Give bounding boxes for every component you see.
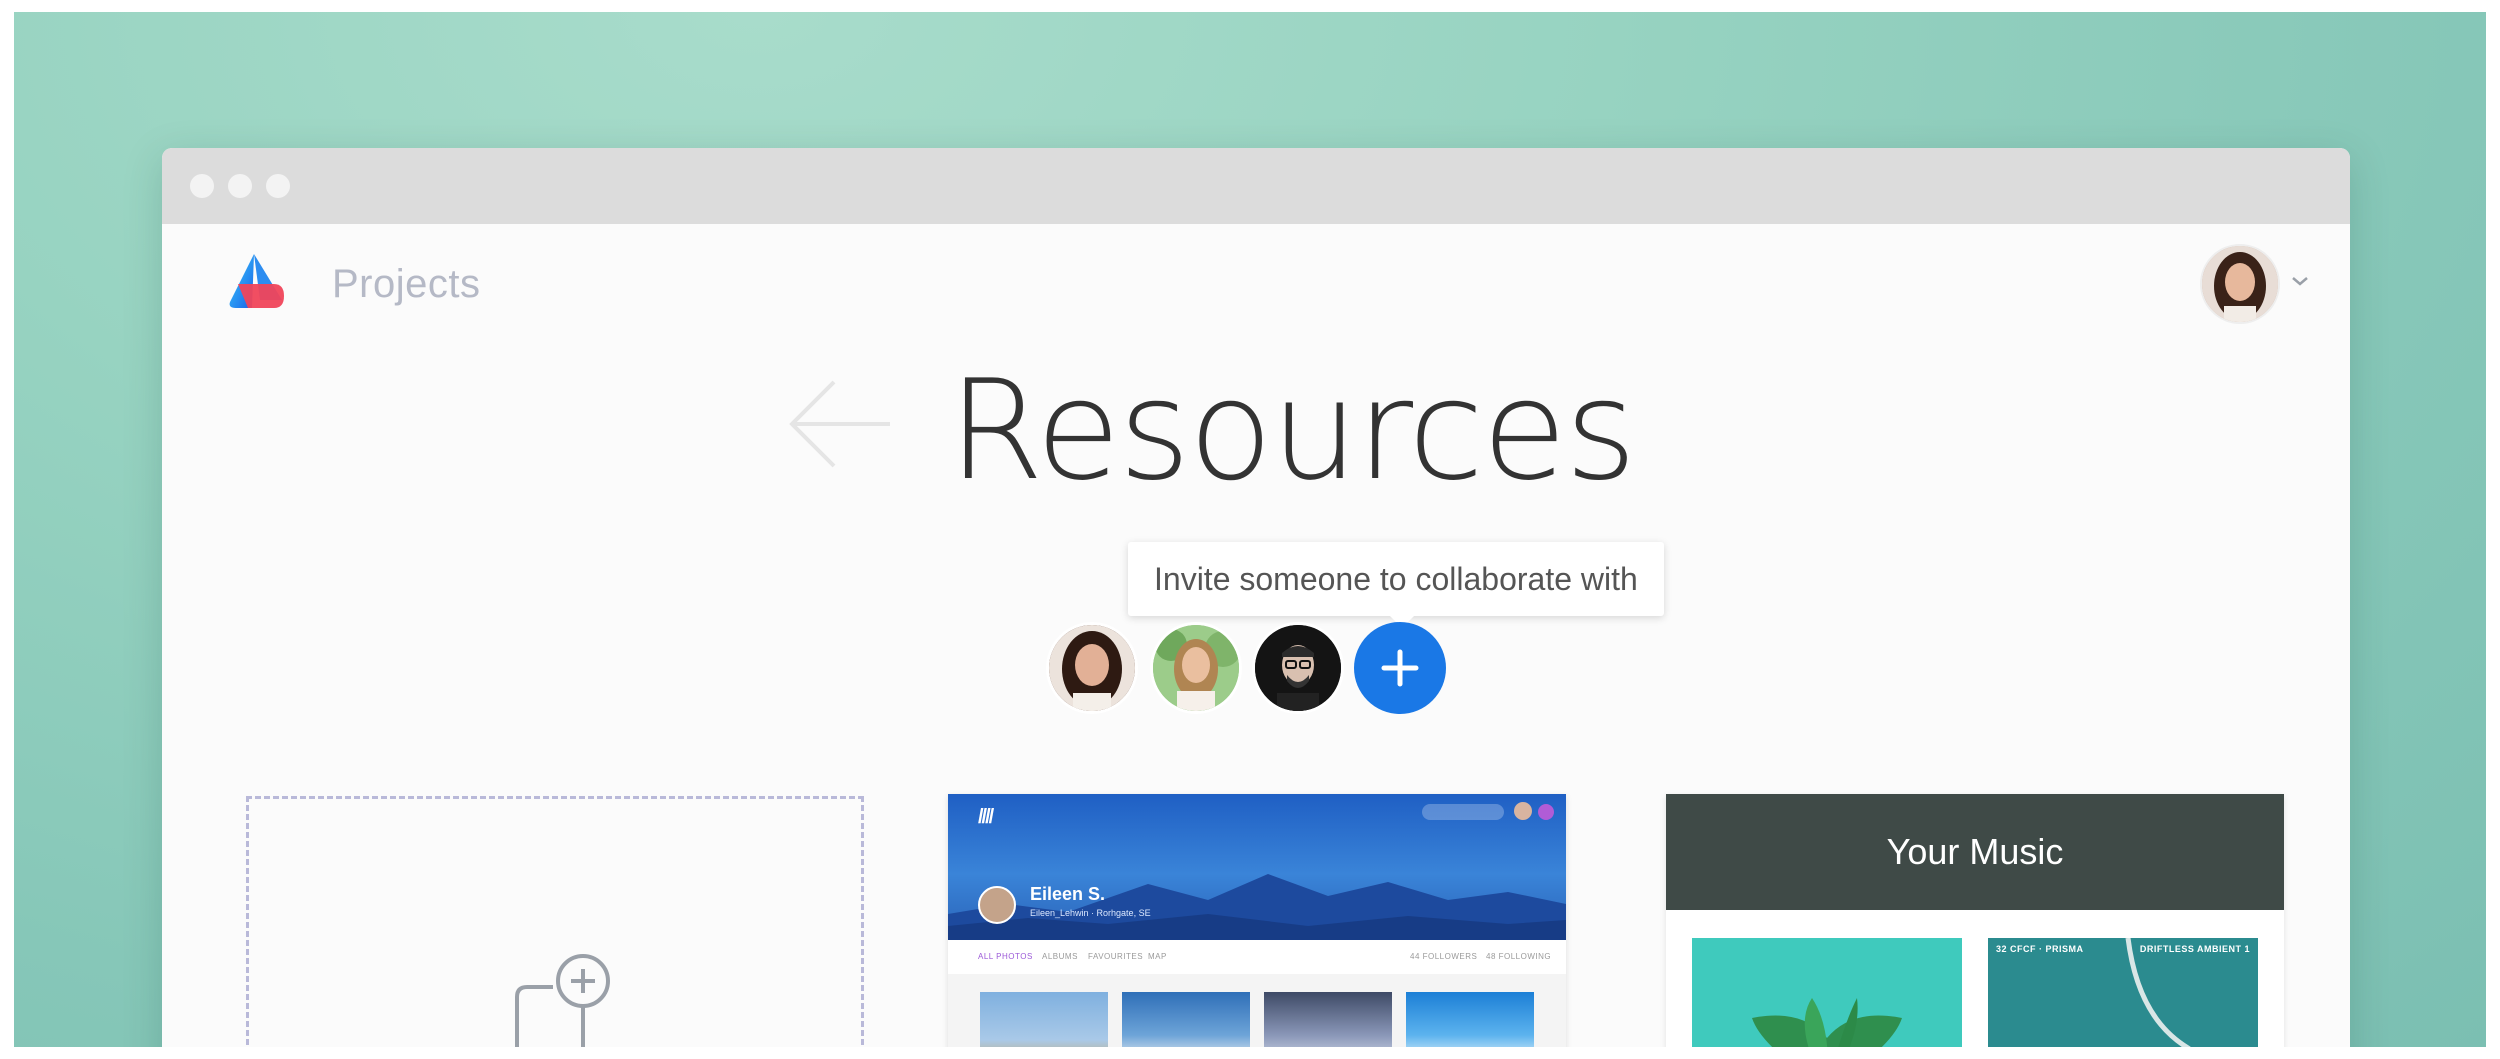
photos-app-logo: //// bbox=[978, 806, 994, 828]
music-title: Your Music bbox=[1886, 831, 2064, 872]
album-label: DRIFTLESS AMBIENT 1 bbox=[2139, 944, 2250, 954]
photo-thumbnail[interactable] bbox=[980, 992, 1108, 1047]
search-input[interactable] bbox=[1422, 804, 1504, 820]
tab-map[interactable]: MAP bbox=[1148, 952, 1167, 961]
tab-albums[interactable]: ALBUMS bbox=[1042, 952, 1078, 961]
tab-favourites[interactable]: FAVOURITES bbox=[1088, 952, 1143, 961]
collaborator-avatar[interactable] bbox=[1252, 622, 1344, 714]
app-content: Projects Resources Invite someone to col… bbox=[162, 224, 2350, 1047]
invite-tooltip: Invite someone to collaborate with bbox=[1128, 542, 1664, 628]
photo-thumbnail[interactable] bbox=[1122, 992, 1250, 1047]
new-resource-card[interactable] bbox=[246, 796, 864, 1047]
backdrop: Projects Resources Invite someone to col… bbox=[14, 12, 2486, 1047]
collaborator-avatar[interactable] bbox=[1150, 622, 1242, 714]
arrow-left-icon[interactable] bbox=[786, 374, 896, 474]
notification-badge[interactable] bbox=[1538, 804, 1554, 820]
album-cover[interactable] bbox=[1692, 938, 1962, 1047]
add-collaborator-button[interactable] bbox=[1354, 622, 1446, 714]
album-cover[interactable]: 32 CFCF · PRISMA DRIFTLESS AMBIENT 1 bbox=[1988, 938, 2258, 1047]
window-close-dot[interactable] bbox=[190, 174, 214, 198]
page-title: Resources bbox=[948, 350, 1637, 511]
window-titlebar bbox=[162, 148, 2350, 224]
followers-count[interactable]: 44 FOLLOWERS bbox=[1410, 952, 1477, 961]
music-resource-card[interactable]: Your Music 32 CFCF · PRISMA DRIFTLESS AM… bbox=[1666, 794, 2284, 1047]
plus-icon bbox=[1381, 649, 1419, 687]
chevron-down-icon[interactable] bbox=[2290, 274, 2310, 288]
photos-cover: //// Eileen S. Eileen_Lehwin · Rorhgate,… bbox=[948, 794, 1566, 940]
photos-tab-bar: ALL PHOTOS ALBUMS FAVOURITES MAP 44 FOLL… bbox=[948, 940, 1566, 974]
profile-name: Eileen S. bbox=[1030, 884, 1106, 904]
document-plus-icon bbox=[515, 954, 610, 1047]
music-header: Your Music bbox=[1666, 794, 2284, 910]
collaborator-avatar[interactable] bbox=[1046, 622, 1138, 714]
tab-all-photos[interactable]: ALL PHOTOS bbox=[978, 952, 1033, 961]
avatar[interactable] bbox=[1514, 802, 1532, 820]
window-minimize-dot[interactable] bbox=[228, 174, 252, 198]
app-title[interactable]: Projects bbox=[332, 262, 481, 307]
app-logo-icon[interactable] bbox=[224, 252, 288, 310]
window-maximize-dot[interactable] bbox=[266, 174, 290, 198]
profile-avatar bbox=[978, 886, 1016, 924]
browser-window: Projects Resources Invite someone to col… bbox=[162, 148, 2350, 1047]
album-label: 32 CFCF · PRISMA bbox=[1996, 944, 2084, 954]
photos-resource-card[interactable]: //// Eileen S. Eileen_Lehwin · Rorhgate,… bbox=[948, 794, 1566, 1047]
following-count[interactable]: 48 FOLLOWING bbox=[1486, 952, 1551, 961]
photo-thumbnail[interactable] bbox=[1406, 992, 1534, 1047]
photo-thumbnail[interactable] bbox=[1264, 992, 1392, 1047]
user-avatar[interactable] bbox=[2200, 244, 2280, 324]
profile-subtitle: Eileen_Lehwin · Rorhgate, SE bbox=[1030, 908, 1151, 918]
